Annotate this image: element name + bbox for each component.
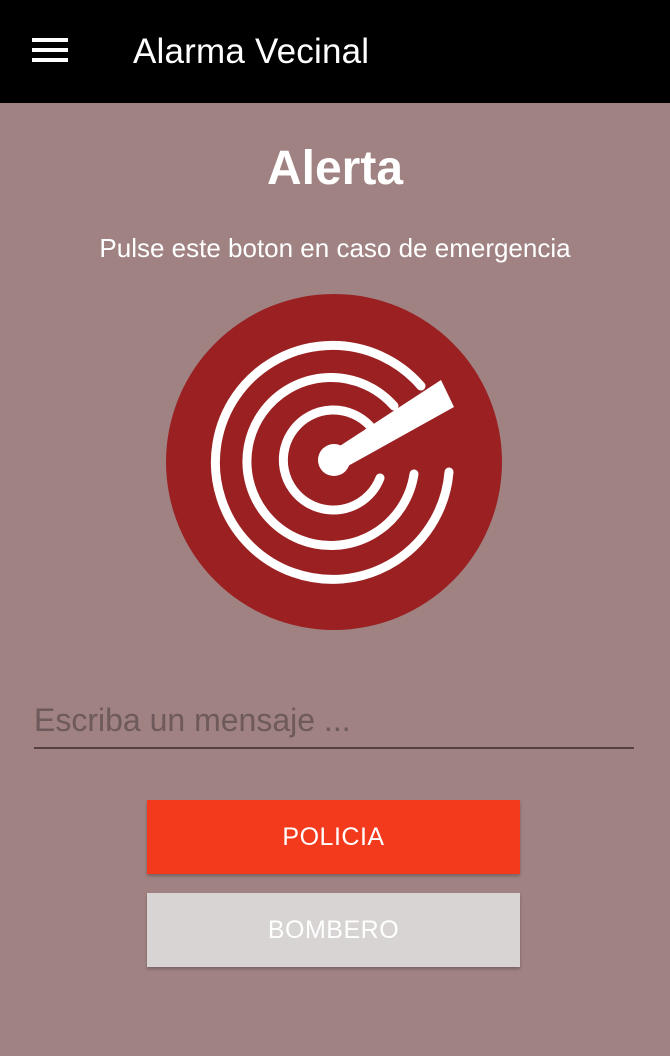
app-title: Alarma Vecinal [133, 32, 370, 71]
page-heading: Alerta [266, 142, 404, 195]
policia-button[interactable]: POLICIA [147, 800, 520, 874]
emergency-alert-button[interactable] [166, 294, 502, 630]
app-bar: Alarma Vecinal [0, 0, 670, 103]
page-subtitle: Pulse este boton en caso de emergencia [99, 233, 571, 263]
message-input[interactable] [34, 695, 634, 745]
message-field-wrapper [34, 695, 634, 749]
hamburger-menu-icon[interactable] [32, 38, 68, 66]
bombero-button[interactable]: BOMBERO [147, 893, 520, 967]
radar-icon [166, 294, 502, 630]
